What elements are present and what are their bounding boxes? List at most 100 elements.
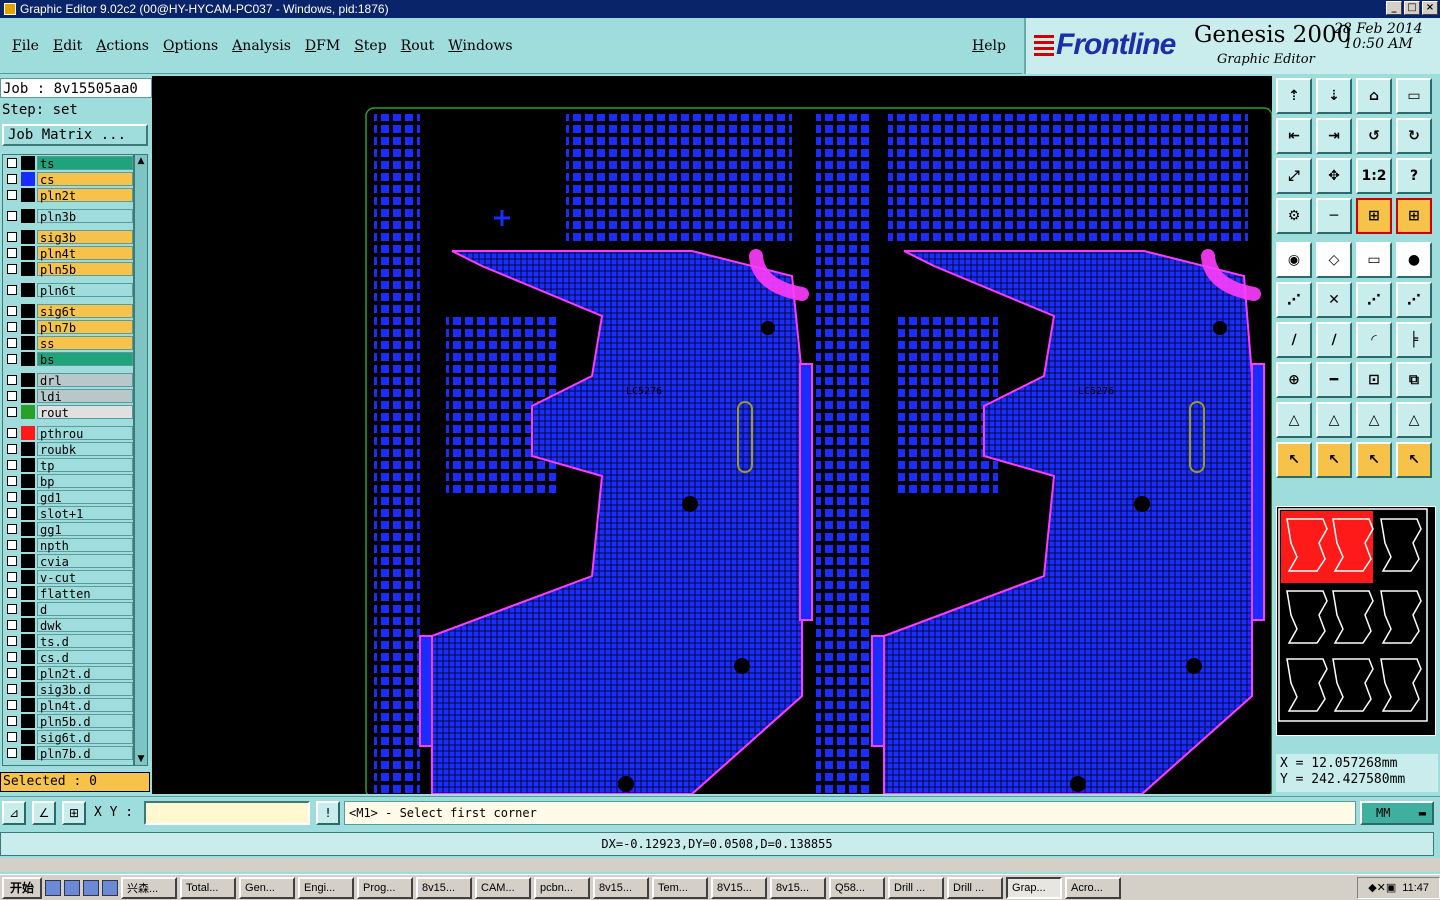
- arc-icon[interactable]: ◜: [1356, 322, 1392, 358]
- layer-name[interactable]: cs.d: [37, 650, 133, 665]
- layer-color-swatch[interactable]: [21, 246, 35, 260]
- layer-name[interactable]: pthrou: [37, 426, 133, 441]
- units-select[interactable]: MM ▬: [1360, 801, 1434, 825]
- layer-color-swatch[interactable]: [21, 602, 35, 616]
- layer-name[interactable]: v-cut: [37, 570, 133, 585]
- layer-color-swatch[interactable]: [21, 336, 35, 350]
- select-layer-icon[interactable]: ⊞: [1356, 198, 1392, 234]
- xy-input[interactable]: [144, 801, 310, 825]
- layer-color-swatch[interactable]: [21, 304, 35, 318]
- taskbar-task[interactable]: Prog...: [357, 876, 414, 899]
- layer-row[interactable]: sig6t.d: [3, 729, 133, 745]
- layer-checkbox[interactable]: [7, 748, 17, 758]
- layer-color-swatch[interactable]: [21, 570, 35, 584]
- layer-checkbox[interactable]: [7, 668, 17, 678]
- graphic-canvas[interactable]: LC5276 LC5276: [152, 76, 1272, 794]
- grid-icon[interactable]: ⊞: [62, 801, 86, 825]
- layer-row[interactable]: gg1: [3, 521, 133, 537]
- layer-row[interactable]: ts.d: [3, 633, 133, 649]
- line2-icon[interactable]: ∕: [1316, 322, 1352, 358]
- layer-checkbox[interactable]: [7, 460, 17, 470]
- layer-checkbox[interactable]: [7, 588, 17, 598]
- close-button[interactable]: ×: [1422, 1, 1438, 15]
- layer-row[interactable]: pln7b: [3, 319, 133, 335]
- layer-row[interactable]: tp: [3, 457, 133, 473]
- layer-row[interactable]: ts: [3, 155, 133, 171]
- menu-windows[interactable]: Windows: [448, 38, 512, 54]
- layer-name[interactable]: ldi: [37, 389, 133, 404]
- layer-name[interactable]: ts: [37, 156, 133, 171]
- layer-color-swatch[interactable]: [21, 389, 35, 403]
- layer-scrollbar[interactable]: ▲ ▼: [134, 154, 148, 766]
- window-icon[interactable]: ▭: [1396, 78, 1432, 114]
- maximize-button[interactable]: □: [1404, 1, 1420, 15]
- taskbar-task[interactable]: Engi...: [298, 876, 355, 899]
- layer-row[interactable]: roubk: [3, 441, 133, 457]
- layer-checkbox[interactable]: [7, 338, 17, 348]
- layer-checkbox[interactable]: [7, 684, 17, 694]
- layer-name[interactable]: cs: [37, 172, 133, 187]
- scroll-up-icon[interactable]: ▲: [135, 155, 147, 167]
- layer-name[interactable]: npth: [37, 538, 133, 553]
- layer-name[interactable]: sig6t: [37, 304, 133, 319]
- layer-color-swatch[interactable]: [21, 634, 35, 648]
- layer-color-swatch[interactable]: [21, 650, 35, 664]
- triangle2-icon[interactable]: △: [1316, 402, 1352, 438]
- layer-name[interactable]: pln5b.d: [37, 714, 133, 729]
- taskbar-task[interactable]: 8v15...: [416, 876, 473, 899]
- layer-name[interactable]: pln5b: [37, 262, 133, 277]
- layer-color-swatch[interactable]: [21, 209, 35, 223]
- layer-row[interactable]: pthrou: [3, 425, 133, 441]
- layer-checkbox[interactable]: [7, 407, 17, 417]
- settings-icon[interactable]: ⚙: [1276, 198, 1312, 234]
- layer-checkbox[interactable]: [7, 211, 17, 221]
- open-top-icon[interactable]: ⇡: [1276, 78, 1312, 114]
- layer-name[interactable]: ts.d: [37, 634, 133, 649]
- layer-color-swatch[interactable]: [21, 426, 35, 440]
- pointer2-icon[interactable]: ↖: [1316, 442, 1352, 478]
- chain-icon[interactable]: ⊡: [1356, 362, 1392, 398]
- layer-row[interactable]: pln4t: [3, 245, 133, 261]
- layer-checkbox[interactable]: [7, 700, 17, 710]
- layer-color-swatch[interactable]: [21, 714, 35, 728]
- layer-checkbox[interactable]: [7, 716, 17, 726]
- layer-name[interactable]: d: [37, 602, 133, 617]
- layer-row[interactable]: ldi: [3, 388, 133, 404]
- menu-dfm[interactable]: DFM: [305, 38, 340, 54]
- layer-row[interactable]: cvia: [3, 553, 133, 569]
- layer-checkbox[interactable]: [7, 652, 17, 662]
- layer-checkbox[interactable]: [7, 264, 17, 274]
- layer-checkbox[interactable]: [7, 428, 17, 438]
- zoom-left-icon[interactable]: ⇤: [1276, 118, 1312, 154]
- layer-color-swatch[interactable]: [21, 666, 35, 680]
- taskbar-task[interactable]: 8v15...: [770, 876, 827, 899]
- layer-color-swatch[interactable]: [21, 586, 35, 600]
- pointer3-icon[interactable]: ↖: [1356, 442, 1392, 478]
- layer-name[interactable]: gg1: [37, 522, 133, 537]
- layer-row[interactable]: bs: [3, 351, 133, 367]
- layer-row[interactable]: pln4t.d: [3, 697, 133, 713]
- layer-name[interactable]: pln4t: [37, 246, 133, 261]
- menu-options[interactable]: Options: [163, 38, 218, 54]
- layer-row[interactable]: gd1: [3, 489, 133, 505]
- layer-checkbox[interactable]: [7, 248, 17, 258]
- layer-row[interactable]: d: [3, 601, 133, 617]
- layer-checkbox[interactable]: [7, 556, 17, 566]
- layer-name[interactable]: roubk: [37, 442, 133, 457]
- fit-icon[interactable]: ⤢: [1276, 158, 1312, 194]
- layer-checkbox[interactable]: [7, 232, 17, 242]
- taskbar-task[interactable]: Drill ...: [888, 876, 945, 899]
- quicklaunch-icon[interactable]: [45, 879, 62, 896]
- undo-view-icon[interactable]: ↺: [1356, 118, 1392, 154]
- layer-row[interactable]: bp: [3, 473, 133, 489]
- snap-grid-icon[interactable]: ⊿: [2, 801, 26, 825]
- layer-color-swatch[interactable]: [21, 230, 35, 244]
- job-matrix-button[interactable]: Job Matrix ...: [2, 124, 148, 146]
- layer-color-swatch[interactable]: [21, 522, 35, 536]
- layer-name[interactable]: flatten: [37, 586, 133, 601]
- shapes-icon[interactable]: ⧉: [1396, 362, 1432, 398]
- layer-checkbox[interactable]: [7, 476, 17, 486]
- layer-name[interactable]: bs: [37, 352, 133, 367]
- menu-help[interactable]: Help: [972, 38, 1006, 54]
- taskbar-task[interactable]: Q58...: [829, 876, 886, 899]
